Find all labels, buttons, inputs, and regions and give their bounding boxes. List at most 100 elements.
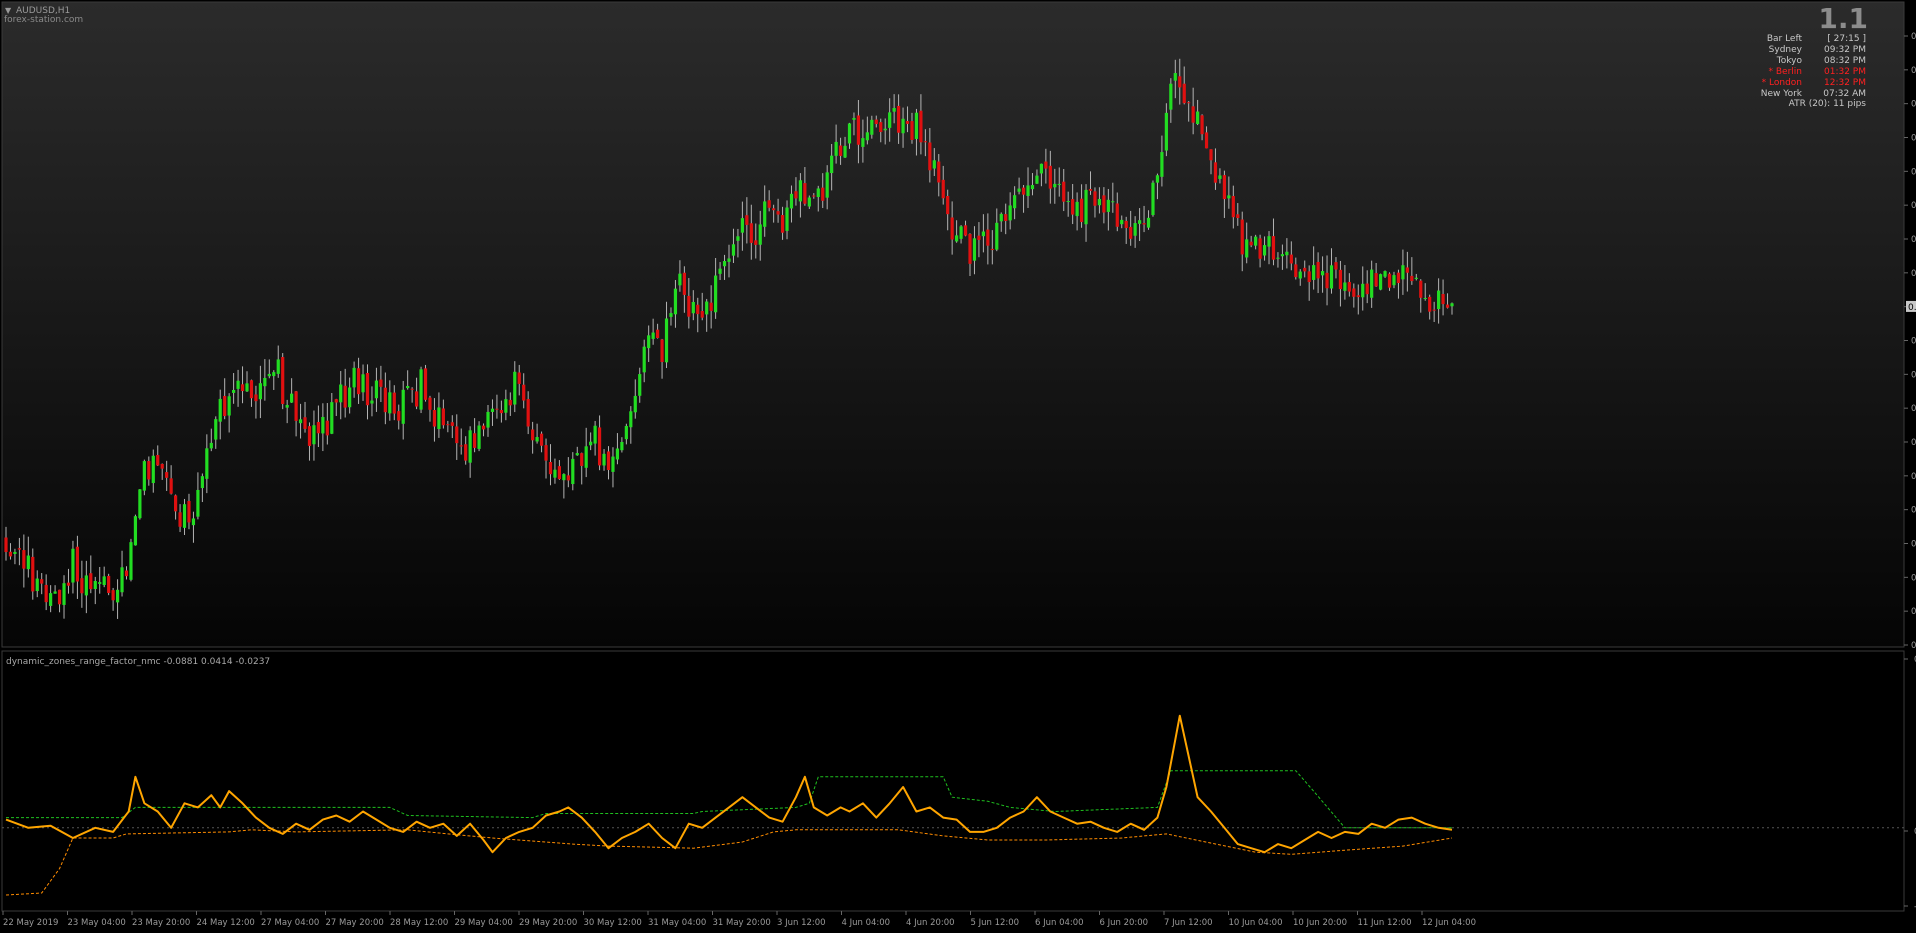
candle-body [1062,181,1066,202]
candle-body [151,455,155,484]
candle-body [678,273,682,286]
price-tick-label: 0.68695 [1911,607,1916,617]
time-axis: 22 May 2019 23 May 04:00 23 May 20:00 24 Ma… [2,911,1476,928]
candle-body [196,489,200,517]
candle-body [214,419,218,440]
candle-body [1142,223,1146,225]
candle-body [1115,203,1119,227]
candle-body [816,188,820,198]
candle-body [1026,185,1030,196]
candle-body [856,115,861,145]
price-tick-label: 0.69765 [1911,201,1916,211]
candle-body [1178,76,1182,88]
candle-body [977,235,981,240]
candle-body [1347,281,1351,292]
candle-body [298,419,303,424]
candle-body [1361,283,1365,298]
candle-body [798,180,803,202]
candle-body [245,383,249,392]
candle-body [1093,191,1097,206]
candle-body [1075,201,1079,217]
candle-body [575,453,579,456]
candle-body [1245,239,1249,258]
candle-body [731,244,736,256]
candle-body [1276,257,1280,259]
candle-body [1450,303,1454,307]
candle-body [865,132,869,141]
candle-body [133,516,138,546]
candle-body [160,463,164,469]
candle-body [1254,236,1258,246]
candle-body [928,142,932,171]
candle-body [647,335,651,349]
candle-body [303,417,307,429]
price-tick-label: 0.69145 [1911,438,1916,448]
candle-body [1437,290,1441,310]
candle-body [687,295,691,317]
candle-body [321,416,325,434]
candle-body [410,388,414,390]
candle-body [93,580,97,589]
time-tick-label: 5 Jun 12:00 [971,918,1020,928]
candle-body [852,117,856,120]
candle-body [1285,251,1289,256]
candle-body [1071,199,1075,215]
candle-body [419,369,423,410]
candle-body [1249,241,1253,246]
candle-body [343,385,347,408]
candle-body [1329,265,1334,289]
time-tick-label: 30 May 12:00 [584,918,642,928]
time-tick-label: 10 Jun 20:00 [1293,918,1347,928]
price-tick-label: 0.69590 [1911,269,1916,279]
candle-body [772,208,776,211]
candle-body [232,389,236,393]
candle-body [1048,165,1052,189]
candle-body [236,380,240,389]
candle-body [557,466,562,480]
candle-body [562,474,566,481]
candle-body [901,118,905,134]
candle-body [1325,272,1329,289]
candle-body [1146,217,1151,228]
candle-body [1298,271,1302,279]
candle-body [285,404,289,408]
candle-body [1106,199,1110,212]
candle-body [825,172,829,198]
candle-body [486,411,490,428]
time-tick-label: 24 May 12:00 [197,918,255,928]
candle-body [1021,187,1026,195]
candle-body [423,368,428,400]
candle-body [437,407,441,430]
candle-body [1352,288,1356,297]
candle-body [129,542,133,580]
candle-body [316,421,321,434]
candle-body [1200,115,1204,135]
time-tick-label: 29 May 04:00 [455,918,513,928]
time-tick-label: 12 Jun 04:00 [1422,918,1476,928]
candle-body [968,233,972,264]
candle-body [1209,149,1213,161]
candle-body [861,138,865,147]
chevron-down-icon[interactable]: ▼ [5,6,12,15]
candle-body [883,128,887,131]
candle-body [888,112,892,128]
candle-body [745,215,749,225]
candle-body [1151,182,1155,216]
candle-body [1410,275,1414,282]
candle-body [1187,102,1191,104]
candle-body [705,301,709,315]
time-tick-label: 27 May 20:00 [326,918,384,928]
time-tick-label: 11 Jun 12:00 [1358,918,1412,928]
candle-body [8,551,13,557]
candle-body [504,399,508,413]
candle-body [714,275,718,313]
candle-body [1124,220,1128,228]
candle-body [428,397,432,410]
candle-body [767,200,771,208]
candle-body [1079,198,1084,223]
candle-body [218,398,222,422]
candle-body [513,371,517,405]
candle-body [13,551,17,554]
candle-body [941,179,945,199]
time-tick-label: 27 May 04:00 [261,918,319,928]
